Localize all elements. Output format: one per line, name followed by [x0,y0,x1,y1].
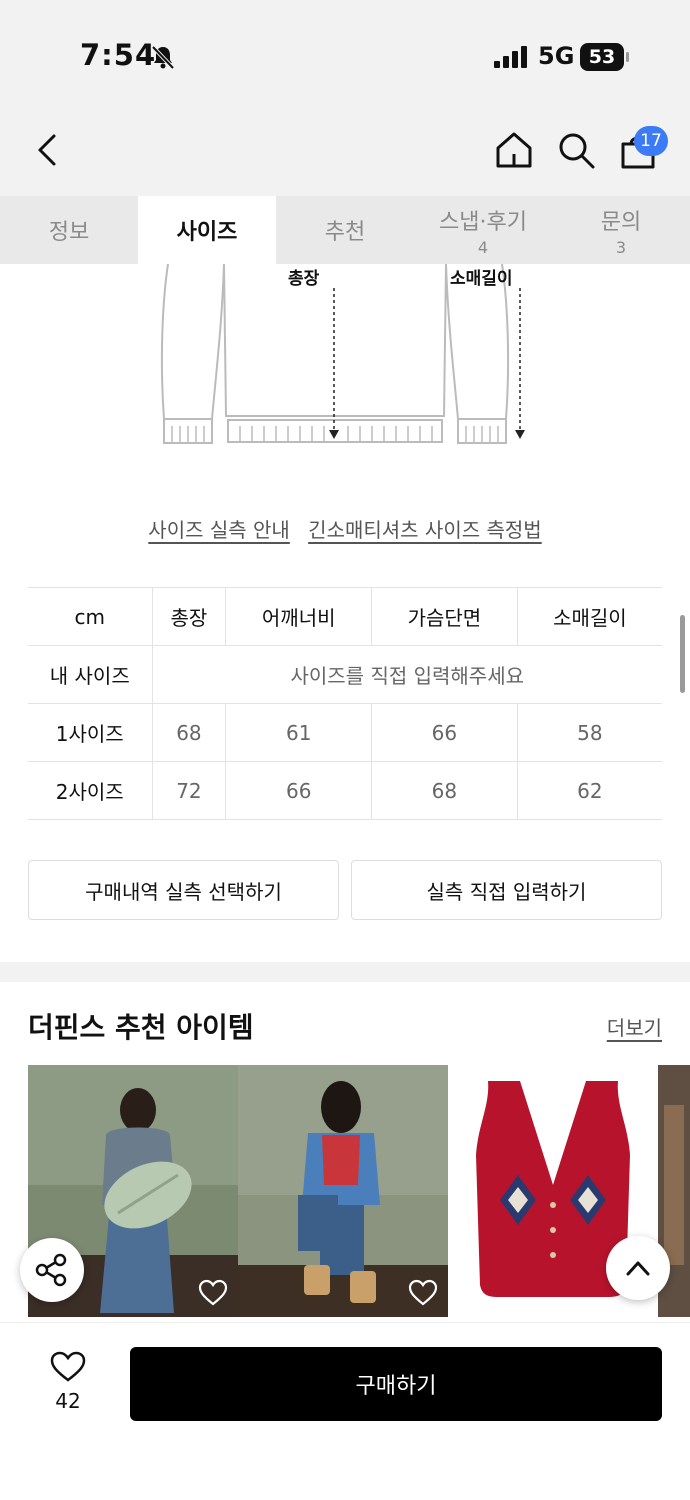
table-cell: 62 [516,761,662,820]
column-header: 가슴단면 [371,587,518,646]
direct-measure-input-button[interactable]: 실측 직접 입력하기 [351,860,662,920]
battery-level: 53 [588,46,616,68]
row-label: 1사이즈 [28,703,153,762]
tab-recommend[interactable]: 추천 [276,196,414,264]
heart-outline-icon[interactable] [408,1279,438,1307]
buy-button[interactable]: 구매하기 [130,1347,662,1421]
status-bar: 7:54 5G 53 [0,0,690,100]
garment-outline [160,263,525,444]
tab-label: 정보 [48,220,90,245]
scroll-top-button[interactable] [606,1236,670,1300]
recommend-title: 더핀스 추천 아이템 [28,1011,254,1044]
chevron-up-icon [626,1261,650,1276]
status-time: 7:54 [80,38,157,72]
table-cell: 66 [371,703,518,762]
heart-outline-icon[interactable] [50,1351,86,1383]
column-header: cm [28,587,153,646]
tab-label: 문의 [600,209,642,235]
tab-size[interactable]: 사이즈 [138,196,276,264]
cart-count-badge: 17 [634,126,668,156]
size-guide-links: 사이즈 실측 안내 긴소매티셔츠 사이즈 측정법 [0,514,690,543]
table-cell: 58 [516,703,662,762]
tab-count: 3 [615,237,627,257]
scrollbar[interactable] [680,615,685,693]
product-card[interactable] [238,1065,448,1317]
share-icon [35,1253,67,1287]
measure-button-row: 구매내역 실측 선택하기 실측 직접 입력하기 [28,860,662,920]
column-header: 어깨너비 [225,587,373,646]
table-cell: 68 [151,703,227,762]
tab-snap-review[interactable]: 스냅·후기 4 [414,196,552,264]
size-guide-link[interactable]: 사이즈 실측 안내 [148,518,290,542]
table-cell: 68 [371,761,518,820]
tab-label: 사이즈 [176,220,238,245]
sleeve-length-label: 소매길이 [450,269,513,289]
column-header: 총장 [151,587,227,646]
row-label: 2사이즈 [28,761,153,820]
my-size-input[interactable]: 사이즈를 직접 입력해주세요 [151,645,662,704]
my-size-row: 내 사이즈 사이즈를 직접 입력해주세요 [28,645,662,704]
bottom-purchase-bar: 42 구매하기 [0,1322,690,1500]
product-tabs: 정보 사이즈 추천 스냅·후기 4 문의 3 [0,196,690,264]
more-link[interactable]: 더보기 [607,1012,662,1041]
tab-label: 스냅·후기 [439,209,527,235]
section-divider [0,962,690,982]
table-cell: 61 [225,703,373,762]
recommend-carousel [28,1065,690,1317]
table-row: 2사이즈 72 66 68 62 [28,761,662,820]
measure-method-link[interactable]: 긴소매티셔츠 사이즈 측정법 [308,518,542,542]
back-chevron-icon[interactable] [30,130,66,170]
tab-label: 추천 [324,220,366,245]
total-length-label: 총장 [288,269,320,289]
network-label: 5G [538,42,575,70]
app-header [0,100,690,196]
tab-count: 4 [477,237,489,257]
tab-info[interactable]: 정보 [0,196,138,264]
home-icon[interactable] [494,130,534,170]
purchase-history-measure-button[interactable]: 구매내역 실측 선택하기 [28,860,339,920]
size-diagram: 총장 소매길이 [0,263,690,464]
table-header-row: cm 총장 어깨너비 가슴단면 소매길이 [28,587,662,646]
like-count: 42 [55,1389,81,1413]
column-header: 소매길이 [516,587,662,646]
table-row: 1사이즈 68 61 66 58 [28,703,662,762]
bell-muted-icon [151,45,175,70]
table-cell: 66 [225,761,373,820]
heart-outline-icon[interactable] [198,1279,228,1307]
table-cell: 72 [151,761,227,820]
search-icon[interactable] [556,130,596,170]
size-table: cm 총장 어깨너비 가슴단면 소매길이 내 사이즈 사이즈를 직접 입력해주세… [28,587,662,820]
row-label: 내 사이즈 [28,645,153,704]
tab-inquiry[interactable]: 문의 3 [552,196,690,264]
signal-icon [494,46,527,68]
share-button[interactable] [20,1238,84,1302]
